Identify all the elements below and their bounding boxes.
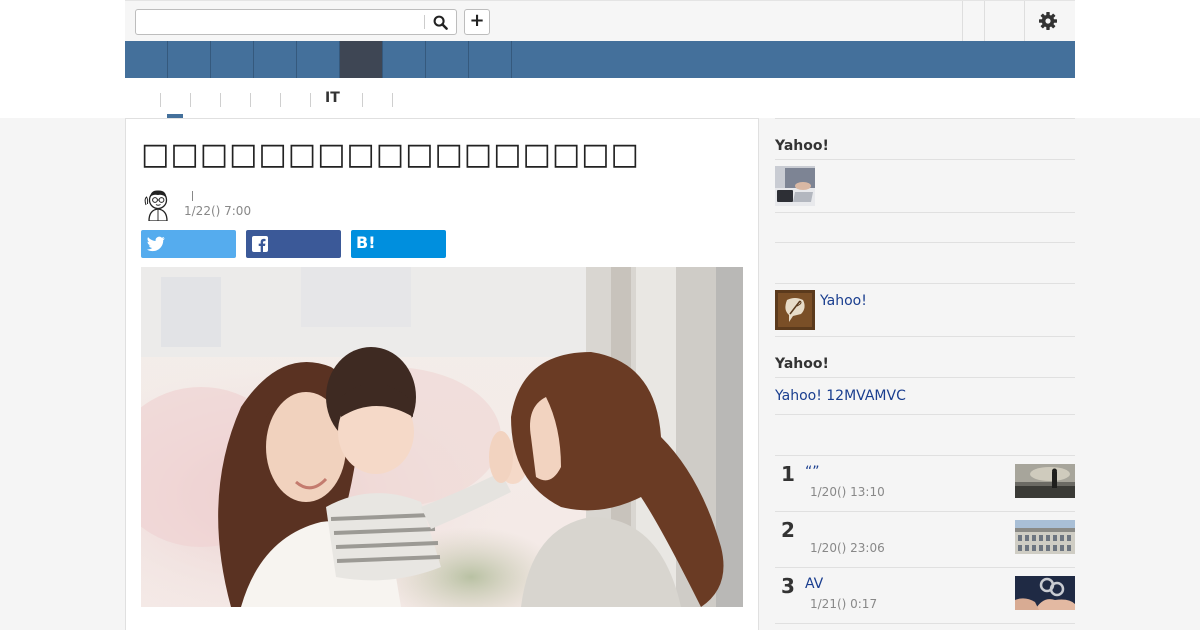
subtab-item[interactable] — [161, 90, 189, 112]
facebook-share-button[interactable] — [246, 230, 341, 258]
silhouette-photo-icon — [1015, 464, 1075, 498]
nav-item[interactable] — [211, 41, 254, 78]
subtab-divider — [190, 93, 191, 107]
facebook-icon — [252, 236, 268, 252]
subtab-divider — [220, 93, 221, 107]
ranking-number: 1 — [781, 462, 795, 486]
settings-button[interactable] — [1038, 11, 1060, 33]
search-button[interactable] — [428, 12, 452, 32]
ranking-date: 1/20() 13:10 — [810, 485, 885, 499]
ranking-date: 1/21() 0:17 — [810, 597, 878, 611]
nav-item[interactable] — [383, 41, 426, 78]
gear-icon — [1039, 12, 1057, 30]
ranking-title[interactable]: “” — [805, 464, 820, 480]
publish-date: 1/22() 7:00 — [184, 204, 252, 218]
sidebar-divider — [775, 377, 1075, 378]
toolbar-divider — [984, 1, 985, 41]
sidebar-link[interactable]: Yahoo! 12MVAMVC — [775, 388, 906, 404]
sidebar-divider — [775, 414, 1075, 415]
sidebar-item-title[interactable]: Yahoo! — [820, 293, 867, 309]
author-divider — [192, 191, 193, 201]
hatena-bookmark-icon: B! — [356, 233, 376, 252]
sidebar-divider — [775, 242, 1075, 243]
ranking-number: 2 — [781, 518, 795, 542]
sidebar: Yahoo! Yahoo! Yahoo! Yahoo! 12MVAMVC 1 “… — [775, 118, 1075, 630]
sidebar-divider — [775, 212, 1075, 213]
subtab-divider — [310, 93, 311, 107]
author-illustration-icon — [144, 190, 168, 222]
mother-child-photo — [141, 267, 743, 607]
sidebar-section-heading: Yahoo! — [775, 356, 829, 372]
add-button[interactable]: + — [464, 9, 490, 35]
ranking-divider — [775, 567, 1075, 568]
twitter-icon — [147, 236, 165, 252]
subcategory-tabs: IT — [125, 84, 1075, 118]
subtab-item[interactable] — [281, 90, 309, 112]
handcuffs-photo-icon — [1015, 576, 1075, 610]
subtab-divider — [392, 93, 393, 107]
sidebar-divider — [775, 159, 1075, 160]
nav-item[interactable] — [168, 41, 211, 78]
sidebar-item-thumbnail[interactable] — [775, 166, 815, 206]
sidebar-item-thumbnail[interactable] — [775, 290, 815, 330]
toolbar-divider — [1024, 1, 1025, 41]
nav-item[interactable] — [254, 41, 297, 78]
subtab-divider — [160, 93, 161, 107]
pen-speech-icon — [775, 290, 815, 330]
ranking-thumbnail[interactable] — [1015, 464, 1075, 498]
building-photo-icon — [1015, 520, 1075, 554]
ranking-divider — [775, 623, 1075, 624]
hatena-bookmark-button[interactable]: B! — [351, 230, 446, 258]
nav-item-active[interactable] — [340, 41, 383, 78]
toolbar: + — [125, 0, 1075, 41]
subtab-item[interactable] — [191, 90, 219, 112]
subtab-it[interactable]: IT — [325, 90, 340, 106]
ranking-title[interactable]: AV — [805, 576, 823, 592]
twitter-share-button[interactable] — [141, 230, 236, 258]
sidebar-divider — [775, 336, 1075, 337]
article: □□□□□□□□□□□□□□□□□ 1/22() 7:00 B! — [125, 118, 759, 630]
nav-item[interactable] — [297, 41, 340, 78]
sidebar-divider — [775, 283, 1075, 284]
laptop-photo-icon — [775, 166, 815, 206]
search-divider — [424, 15, 425, 29]
category-nav — [125, 41, 1075, 78]
article-hero-image[interactable] — [141, 267, 743, 607]
article-headline: □□□□□□□□□□□□□□□□□ — [141, 137, 640, 172]
toolbar-divider — [962, 1, 963, 41]
subtab-item[interactable] — [221, 90, 249, 112]
ranking-date: 1/20() 23:06 — [810, 541, 885, 555]
ranking-thumbnail[interactable] — [1015, 576, 1075, 610]
subtab-divider — [280, 93, 281, 107]
sidebar-section-heading: Yahoo! — [775, 138, 829, 154]
subtab-item[interactable] — [363, 90, 391, 112]
subtab-item[interactable] — [251, 90, 279, 112]
search-icon — [433, 15, 448, 30]
ranking-thumbnail[interactable] — [1015, 520, 1075, 554]
search-input[interactable] — [136, 10, 424, 34]
author-avatar[interactable] — [141, 187, 175, 222]
nav-item[interactable] — [125, 41, 168, 78]
ranking-divider — [775, 455, 1075, 456]
nav-item[interactable] — [426, 41, 469, 78]
search-box — [135, 9, 457, 35]
nav-item[interactable] — [469, 41, 512, 78]
ranking-divider — [775, 511, 1075, 512]
ranking-number: 3 — [781, 574, 795, 598]
sidebar-divider — [775, 118, 1075, 119]
subtab-divider — [250, 93, 251, 107]
